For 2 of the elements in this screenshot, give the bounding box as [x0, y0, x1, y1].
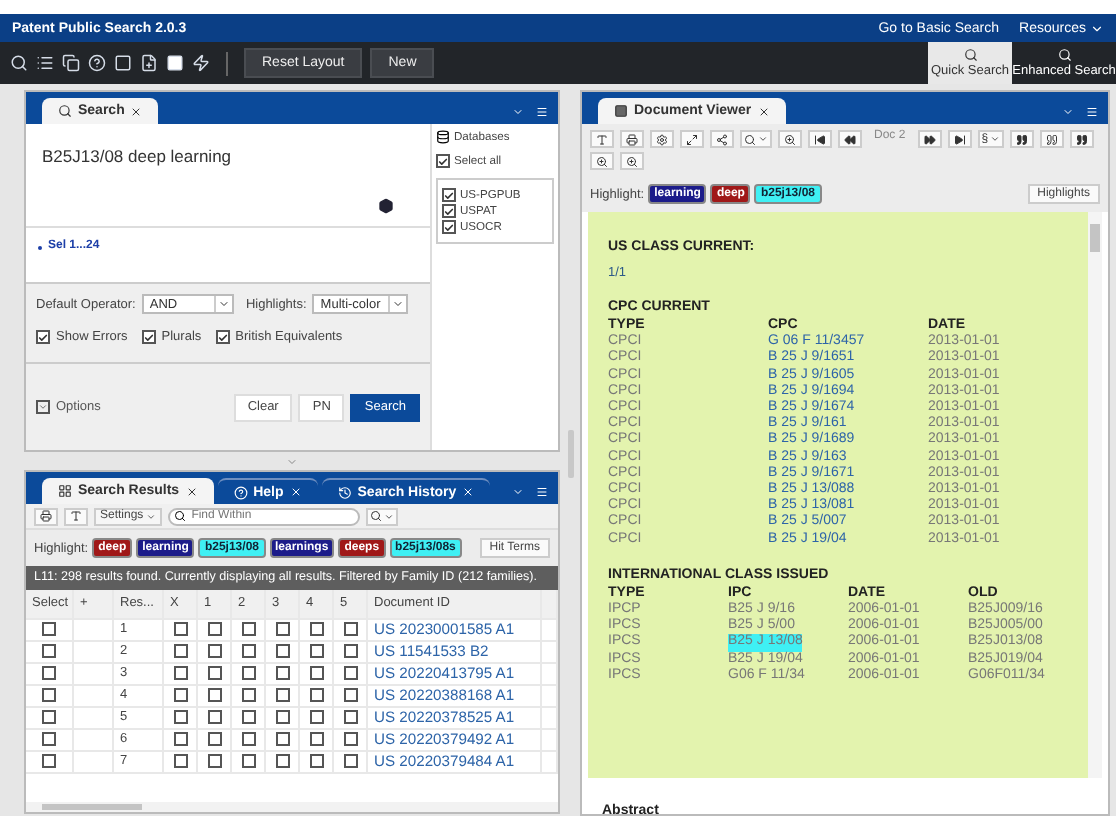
query-field[interactable]: B25J13/08 deep learning: [26, 124, 430, 228]
query-text: B25J13/08 deep learning: [42, 146, 232, 166]
